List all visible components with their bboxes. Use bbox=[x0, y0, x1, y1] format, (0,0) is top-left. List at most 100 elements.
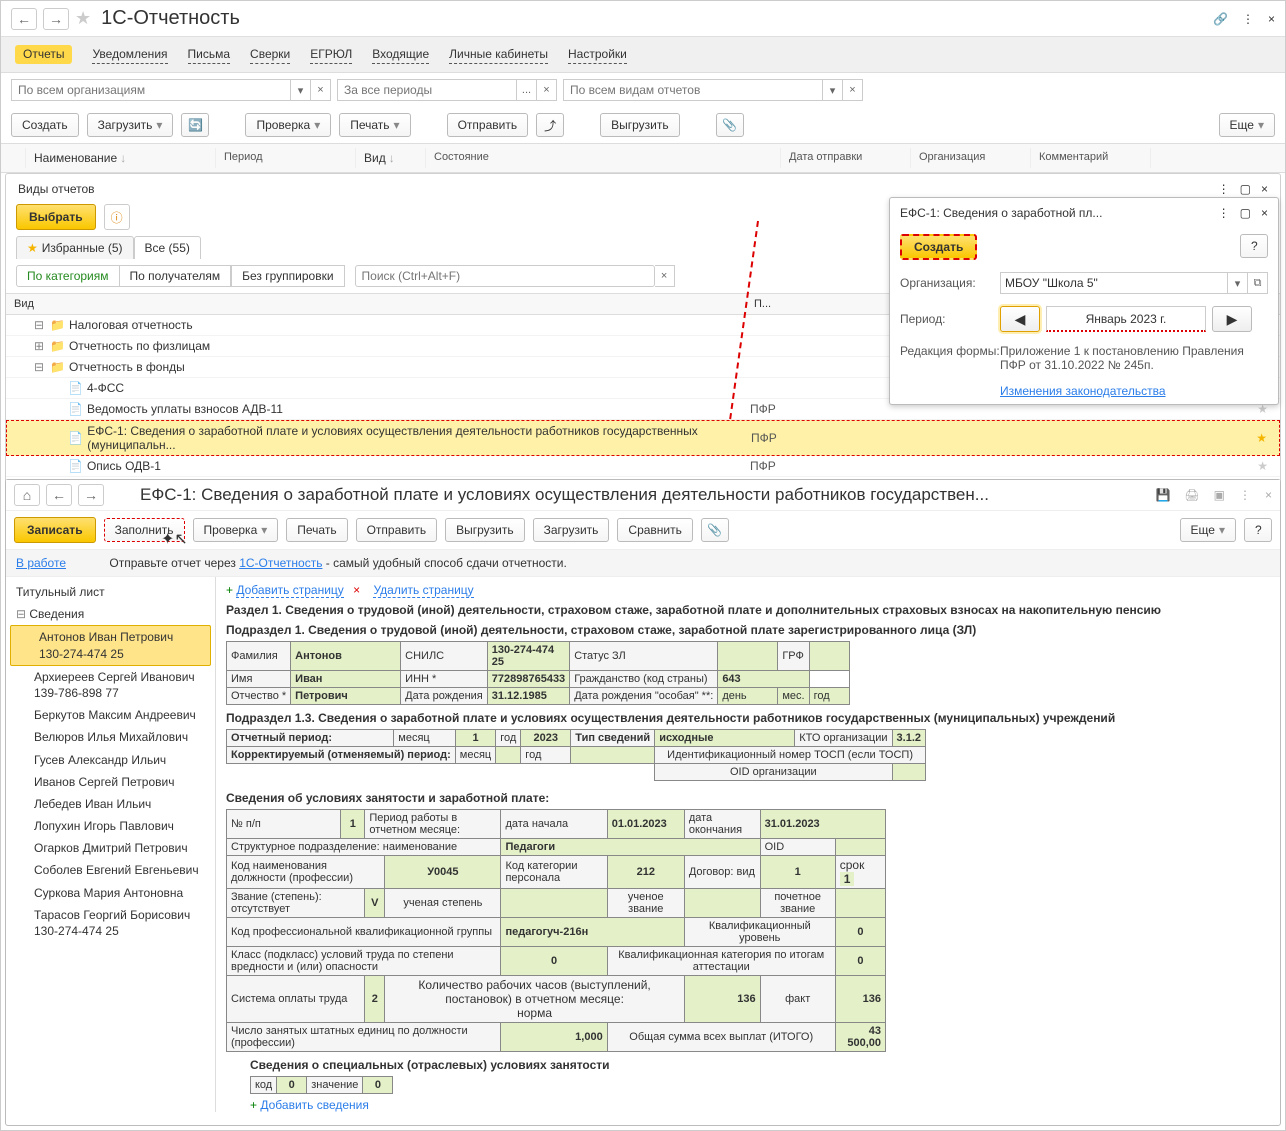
d-print-icon[interactable]: 🖨 bbox=[1184, 488, 1199, 502]
export-button[interactable]: Выгрузить bbox=[600, 113, 680, 137]
d-attach-icon[interactable]: 📎 bbox=[701, 518, 729, 542]
d-close-icon[interactable]: × bbox=[1265, 488, 1272, 502]
filter-org-dropdown[interactable]: ▾ bbox=[291, 79, 311, 101]
d-fwd-button[interactable]: → bbox=[78, 484, 104, 506]
d-back-button[interactable]: ← bbox=[46, 484, 72, 506]
person-item[interactable]: Беркутов Максим Андреевич bbox=[6, 704, 215, 726]
person-item[interactable]: Иванов Сергей Петрович bbox=[6, 771, 215, 793]
popup-create-button[interactable]: Создать bbox=[900, 234, 977, 260]
tab-settings[interactable]: Настройки bbox=[568, 45, 627, 64]
person-table: ФамилияАнтоновСНИЛС130-274-474 25Статус … bbox=[226, 641, 850, 705]
del-page-link[interactable]: Удалить страницу bbox=[373, 583, 473, 598]
person-item[interactable]: Гусев Александр Ильич bbox=[6, 749, 215, 771]
refresh-icon[interactable]: 🔄 bbox=[181, 113, 209, 137]
info-link[interactable]: 1С-Отчетность bbox=[239, 556, 322, 570]
link-icon[interactable]: 🔗 bbox=[1213, 12, 1228, 26]
tab-inbox[interactable]: Входящие bbox=[372, 45, 429, 64]
create-button[interactable]: Создать bbox=[11, 113, 79, 137]
filter-type-dropdown[interactable]: ▾ bbox=[823, 79, 843, 101]
filter-type-clear[interactable]: × bbox=[843, 79, 863, 101]
person-item[interactable]: Велюров Илья Михайлович bbox=[6, 726, 215, 748]
write-button[interactable]: Записать bbox=[14, 517, 96, 543]
cursor-icon: ✦↖ bbox=[161, 529, 188, 549]
d-help-button[interactable]: ? bbox=[1244, 518, 1272, 542]
person-item[interactable]: Тарасов Георгий Борисович 130-274-474 25 bbox=[6, 904, 215, 942]
vidy-more-icon[interactable]: ⋮ bbox=[1218, 182, 1230, 196]
d-pane-icon[interactable]: ▣ bbox=[1214, 488, 1225, 502]
forward-button[interactable]: → bbox=[43, 8, 69, 30]
send-extra-icon[interactable]: ⤴ bbox=[536, 113, 564, 137]
person-item[interactable]: Антонов Иван Петрович 130-274-474 25 bbox=[10, 625, 211, 665]
tab-all[interactable]: Все (55) bbox=[134, 236, 201, 259]
popup-max-icon[interactable]: ▢ bbox=[1240, 206, 1251, 220]
person-item[interactable]: Соболев Евгений Евгеньевич bbox=[6, 859, 215, 881]
cat-by-category[interactable]: По категориям bbox=[16, 265, 120, 287]
person-item[interactable]: Огарков Дмитрий Петрович bbox=[6, 837, 215, 859]
d-more-button[interactable]: Еще bbox=[1180, 518, 1236, 542]
tab-letters[interactable]: Письма bbox=[188, 45, 231, 64]
back-button[interactable]: ← bbox=[11, 8, 37, 30]
grid-header: Наименование ↓ Период Вид ↓ Состояние Да… bbox=[1, 143, 1285, 173]
popup-close-icon[interactable]: × bbox=[1261, 206, 1268, 220]
nav-svedeniya[interactable]: ⊟ Сведения bbox=[6, 603, 215, 625]
filter-period[interactable] bbox=[337, 79, 517, 101]
tree-row[interactable]: 📄 Опись ОДВ-1ПФР★ bbox=[6, 456, 1280, 477]
d-check-button[interactable]: Проверка bbox=[193, 518, 279, 542]
tab-egrul[interactable]: ЕГРЮЛ bbox=[310, 45, 352, 64]
changes-link[interactable]: Изменения законодательства bbox=[1000, 384, 1166, 398]
period-value[interactable]: Январь 2023 г. bbox=[1046, 306, 1206, 332]
d-print-button[interactable]: Печать bbox=[286, 518, 347, 542]
popup-more-icon[interactable]: ⋮ bbox=[1218, 206, 1230, 220]
help-button[interactable]: ? bbox=[1240, 234, 1268, 258]
d-load-button[interactable]: Загрузить bbox=[533, 518, 610, 542]
more-button[interactable]: Еще bbox=[1219, 113, 1275, 137]
period-next-button[interactable]: ▶ bbox=[1212, 306, 1252, 332]
tab-sverki[interactable]: Сверки bbox=[250, 45, 290, 64]
d-export-button[interactable]: Выгрузить bbox=[445, 518, 525, 542]
tab-reports[interactable]: Отчеты bbox=[15, 45, 72, 64]
d-home-button[interactable]: ⌂ bbox=[14, 484, 40, 506]
person-item[interactable]: Лопухин Игорь Павлович bbox=[6, 815, 215, 837]
status-link[interactable]: В работе bbox=[16, 556, 66, 570]
d-compare-button[interactable]: Сравнить bbox=[617, 518, 692, 542]
filter-period-picker[interactable]: ... bbox=[517, 79, 537, 101]
person-item[interactable]: Лебедев Иван Ильич bbox=[6, 793, 215, 815]
period-prev-button[interactable]: ◀ bbox=[1000, 306, 1040, 332]
person-item[interactable]: Архиереев Сергей Иванович 139-786-898 77 bbox=[6, 666, 215, 704]
search-clear[interactable]: × bbox=[655, 265, 675, 287]
top-tabs: Отчеты Уведомления Письма Сверки ЕГРЮЛ В… bbox=[1, 37, 1285, 73]
info-icon[interactable]: ⓘ bbox=[104, 204, 130, 230]
d-more-icon[interactable]: ⋮ bbox=[1239, 488, 1251, 502]
check-button[interactable]: Проверка bbox=[245, 113, 331, 137]
add-sved-link[interactable]: Добавить сведения bbox=[260, 1098, 369, 1112]
tree-row[interactable]: 📄 ЕФС-1: Сведения о заработной плате и у… bbox=[6, 420, 1280, 456]
filter-type[interactable] bbox=[563, 79, 823, 101]
d-send-button[interactable]: Отправить bbox=[356, 518, 438, 542]
close-icon[interactable]: × bbox=[1268, 12, 1275, 26]
popup-org-dd[interactable]: ▾ bbox=[1228, 272, 1248, 294]
filter-org[interactable] bbox=[11, 79, 291, 101]
cat-by-recipient[interactable]: По получателям bbox=[120, 265, 232, 287]
search-input[interactable] bbox=[355, 265, 655, 287]
attach-icon[interactable]: 📎 bbox=[716, 113, 744, 137]
nav-title-page[interactable]: Титульный лист bbox=[6, 581, 215, 603]
favorite-star-icon[interactable]: ★ bbox=[75, 8, 91, 29]
vidy-maximize-icon[interactable]: ▢ bbox=[1240, 182, 1251, 196]
cat-no-group[interactable]: Без группировки bbox=[231, 265, 344, 287]
load-button[interactable]: Загрузить bbox=[87, 113, 174, 137]
person-item[interactable]: Суркова Мария Антоновна bbox=[6, 882, 215, 904]
print-button[interactable]: Печать bbox=[339, 113, 410, 137]
filter-org-clear[interactable]: × bbox=[311, 79, 331, 101]
send-button[interactable]: Отправить bbox=[447, 113, 529, 137]
filter-period-clear[interactable]: × bbox=[537, 79, 557, 101]
add-page-link[interactable]: Добавить страницу bbox=[236, 583, 343, 598]
tab-favorites[interactable]: ★Избранные (5) bbox=[16, 236, 134, 259]
choose-button[interactable]: Выбрать bbox=[16, 204, 96, 230]
d-save-icon[interactable]: 💾 bbox=[1155, 488, 1170, 502]
tab-notifications[interactable]: Уведомления bbox=[92, 45, 167, 64]
popup-org-input[interactable] bbox=[1000, 272, 1228, 294]
tab-cabinets[interactable]: Личные кабинеты bbox=[449, 45, 548, 64]
more-icon[interactable]: ⋮ bbox=[1242, 12, 1254, 26]
popup-org-open[interactable]: ⧉ bbox=[1248, 272, 1268, 294]
vidy-close-icon[interactable]: × bbox=[1261, 182, 1268, 196]
